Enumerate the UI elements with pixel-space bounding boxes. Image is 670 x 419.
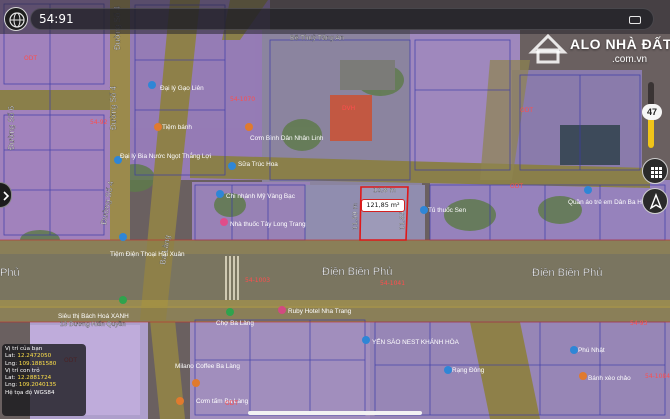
poi-label: Sữa Trúc Hoa: [238, 161, 278, 168]
keyboard-icon[interactable]: [629, 16, 641, 24]
zoom-level-badge[interactable]: 47: [642, 104, 662, 120]
street-label-bottom: 13 Dương Hiến Quyền: [60, 319, 126, 328]
home-indicator: [248, 411, 422, 415]
my-location-title: Vị trí của bạn: [5, 346, 43, 352]
poi-label: Rạng Đông: [452, 367, 485, 374]
datum-label: Hệ tọa độ WGS84: [5, 389, 55, 396]
svg-text:54-1084: 54-1084: [645, 373, 670, 380]
poi-label: Tủ thuốc Sen: [428, 205, 466, 214]
poi-label: Bánh xèo chảo: [588, 375, 631, 382]
street-label-duong-so-6: Đường Số 6: [7, 105, 16, 150]
my-lat-value: 12.2472050: [17, 353, 52, 360]
ctr-lng-row: Lng: 109.2040135: [5, 382, 57, 389]
poi-label: Tiệm bánh: [162, 124, 192, 131]
poi-label: Cơm tấm Ba Làng: [196, 396, 249, 405]
my-lng-row: Lng: 109.1881580: [5, 360, 57, 367]
house-logo-icon: [528, 33, 568, 64]
search-value: 54:91: [39, 12, 74, 26]
svg-text:DVH: DVH: [342, 105, 355, 112]
street-label-dien-bien-phu-2: Điện Biên Phủ: [532, 267, 602, 279]
parcel-area-callout[interactable]: 121,85 m²: [361, 199, 405, 212]
chevron-right-icon: [3, 191, 10, 201]
poi-label: Đại lý Bia Nước Ngọt Thắng Lợi: [120, 151, 211, 160]
svg-text:54-1003: 54-1003: [245, 277, 270, 284]
poi-label: Nhà thuốc Tây Long Trang: [230, 219, 306, 228]
poi-phu-nhat[interactable]: Phú Nhật: [570, 346, 605, 354]
poi-label: Chi nhánh Mỹ Vàng Bạc: [226, 193, 296, 200]
poi-label: Phú Nhật: [578, 347, 605, 354]
front-dimension: 10,8 m: [373, 186, 396, 194]
street-label-dien-bien-phu: Điện Biên Phủ: [322, 266, 392, 278]
poi-label: Cơm Bình Dân Nhân Linh: [250, 135, 324, 142]
ctr-lat-value: 12.2881724: [17, 375, 52, 382]
poi-label: Quần áo trẻ em Dân Ba Hon: [568, 197, 649, 206]
svg-text:54-1070: 54-1070: [230, 96, 255, 103]
my-lng-value: 109.1881580: [18, 360, 57, 367]
grid-icon: [651, 167, 662, 178]
poi-label: Ruby Hotel Nha Trang: [288, 308, 352, 315]
center-title: Vị trí con trỏ: [5, 367, 40, 374]
svg-text:54-92: 54-92: [90, 119, 108, 126]
coordinate-info-panel: Vị trí của bạn Lat: 12.2472050 Lng: 109.…: [2, 344, 86, 416]
poi-tiem-banh[interactable]: Tiệm bánh: [154, 123, 192, 131]
poi-label: Chợ Ba Làng: [216, 320, 254, 327]
ctr-lng-value: 109.2040135: [18, 382, 57, 389]
globe-glyph: [9, 12, 25, 28]
svg-text:ODT: ODT: [24, 55, 37, 62]
left-dimension: 11,50 m: [351, 203, 359, 230]
svg-text:ODT: ODT: [520, 107, 533, 114]
svg-text:54-93: 54-93: [630, 320, 648, 327]
search-input[interactable]: 54:91: [30, 8, 654, 30]
poi-label: Đại lý Gạo Liên: [160, 85, 204, 92]
svg-text:54-1041: 54-1041: [380, 280, 405, 287]
zoom-slider-fill: [648, 116, 654, 148]
poi-label: Milano Coffee Ba Làng: [175, 363, 240, 370]
brand-name: ALO NHÀ ĐẤT: [570, 36, 670, 52]
ctr-lat-row: Lat: 12.2881724: [5, 375, 52, 382]
poi-rang-dong[interactable]: Rạng Đông: [444, 366, 485, 374]
poi-label: Siêu thị Bách Hoá XANH: [58, 313, 129, 320]
layers-grid-button[interactable]: [642, 158, 668, 184]
poi-ruby-hotel[interactable]: Ruby Hotel Nha Trang: [278, 306, 352, 315]
street-label-phu-left: Phủ: [0, 267, 20, 279]
poi-label: Tiệm Điện Thoại Hải Xuân: [110, 251, 185, 258]
side-panel-toggle[interactable]: [0, 182, 12, 208]
top-bar: 54:91: [0, 0, 670, 34]
street-label-top: Bê Thuỷ Tăng An: [290, 35, 344, 42]
brand-domain: .com.vn: [612, 54, 648, 65]
brand-logo: ALO NHÀ ĐẤT .com.vn: [528, 30, 670, 70]
street-label-duong-so-4: Đường Số 4: [109, 85, 118, 130]
compass-icon: [649, 193, 663, 210]
svg-text:ODT: ODT: [510, 183, 523, 190]
svg-text:ODT: ODT: [225, 400, 238, 407]
globe-icon[interactable]: [4, 7, 28, 31]
my-lat-row: Lat: 12.2472050: [5, 353, 52, 360]
compass-button[interactable]: [642, 188, 668, 214]
